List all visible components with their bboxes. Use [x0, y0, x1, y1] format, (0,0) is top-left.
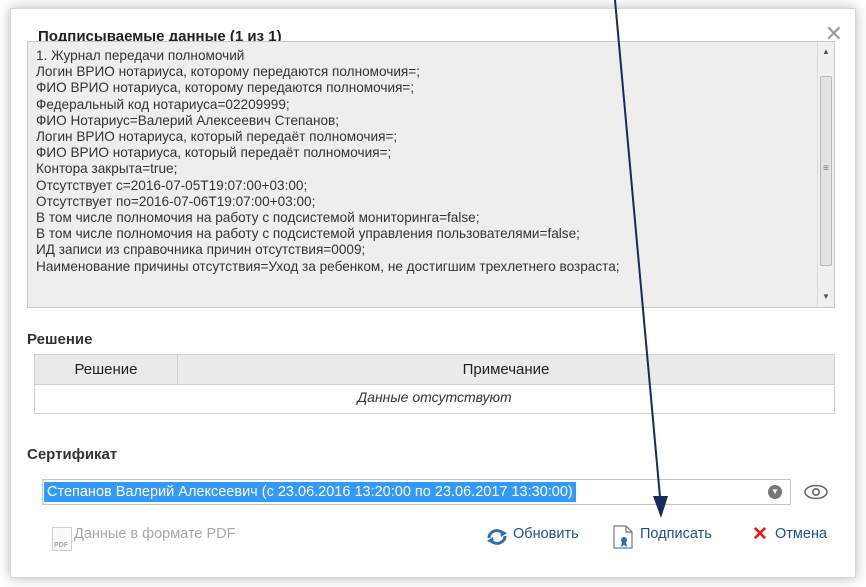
data-line: ФИО ВРИО нотариуса, который передаёт пол… [36, 145, 392, 161]
sign-document-icon [613, 525, 633, 549]
pdf-file-icon: PDF [52, 527, 72, 551]
decision-table: Решение Примечание Данные отсутствуют [34, 354, 835, 414]
cancel-label: Отмена [775, 526, 828, 542]
data-line: 1. Журнал передачи полномочий [36, 48, 245, 63]
scroll-down-arrow-icon[interactable]: ▼ [818, 289, 834, 305]
data-line: ФИО ВРИО нотариуса, которому передаются … [36, 80, 415, 96]
refresh-button[interactable]: Обновить [486, 525, 596, 551]
sign-button[interactable]: Подписать [613, 525, 733, 551]
scroll-grip-icon: ≡ [823, 163, 829, 174]
certificate-section-label: Сертификат [27, 446, 118, 463]
vertical-scrollbar[interactable]: ▲ ≡ ▼ [817, 42, 834, 307]
data-line: В том числе полномочия на работу с подси… [36, 210, 480, 226]
decision-section-label: Решение [27, 331, 93, 348]
data-line: ИД записи из справочника причин отсутств… [36, 242, 366, 258]
column-header-decision[interactable]: Решение [35, 355, 178, 385]
cancel-button[interactable]: ✕ Отмена [752, 524, 842, 551]
data-line: В том числе полномочия на работу с подси… [36, 226, 580, 242]
chevron-down-icon[interactable]: ▼ [768, 485, 782, 499]
pdf-data-label: Данные в формате PDF [74, 526, 236, 542]
data-line: Контора закрыта=true; [36, 161, 178, 177]
data-line: Логин ВРИО нотариуса, который передаёт п… [36, 129, 398, 145]
refresh-icon [487, 529, 507, 545]
scroll-up-arrow-icon[interactable]: ▲ [818, 44, 834, 60]
signed-data-textarea[interactable]: 1. Журнал передачи полномочий Логин ВРИО… [27, 41, 835, 308]
column-header-note[interactable]: Примечание [178, 355, 834, 385]
signed-data-text: 1. Журнал передачи полномочий Логин ВРИО… [36, 48, 816, 275]
data-line: Федеральный код нотариуса=02209999; [36, 96, 290, 112]
eye-icon[interactable] [804, 484, 828, 500]
decision-table-header: Решение Примечание [35, 355, 834, 385]
certificate-selected-value: Степанов Валерий Алексеевич (с 23.06.201… [44, 482, 576, 502]
empty-table-message: Данные отсутствуют [357, 389, 512, 405]
cancel-x-icon: ✕ [752, 524, 768, 545]
data-line: Отсутствует по=2016-07-06T19:07:00+03:00… [36, 193, 316, 209]
scrollbar-thumb[interactable]: ≡ [820, 76, 832, 266]
data-line: Наименование причины отсутствия=Уход за … [36, 258, 620, 274]
certificate-select[interactable]: Степанов Валерий Алексеевич (с 23.06.201… [42, 479, 791, 505]
sign-label: Подписать [640, 526, 712, 542]
data-line: ФИО Нотариус=Валерий Алексеевич Степанов… [36, 112, 340, 128]
refresh-label: Обновить [513, 526, 579, 542]
data-line: Логин ВРИО нотариуса, которому передаютс… [36, 64, 420, 80]
data-line: Отсутствует с=2016-07-05T19:07:00+03:00; [36, 177, 308, 193]
